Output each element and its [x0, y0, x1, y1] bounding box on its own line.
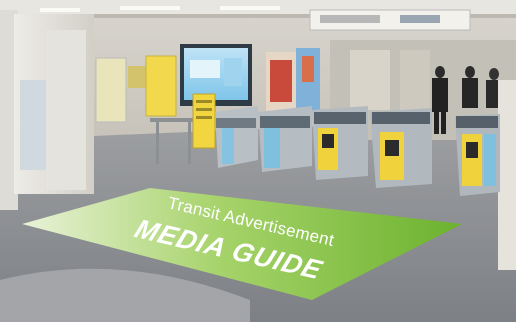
station-photo: Transit Advertisement MEDIA GUIDE [0, 0, 516, 322]
station-scene [0, 0, 516, 322]
